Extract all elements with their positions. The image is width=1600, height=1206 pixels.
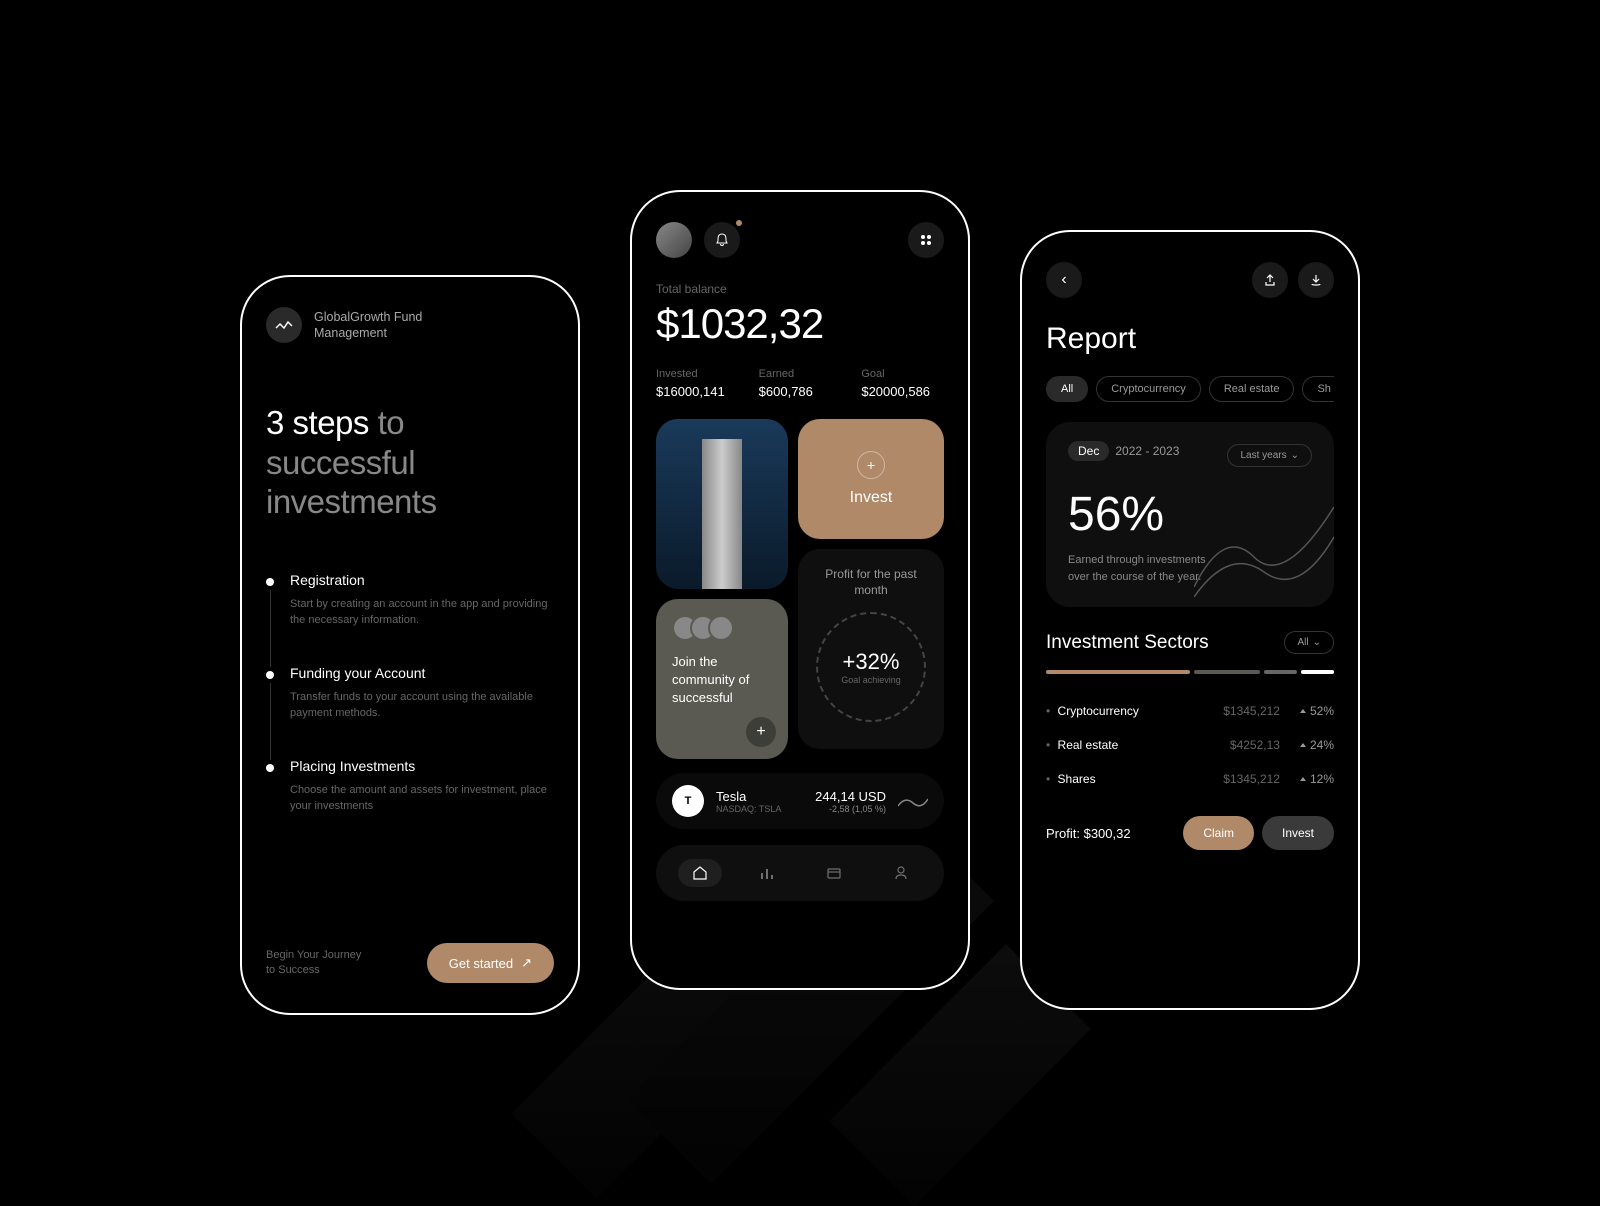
stat-value: $16000,141	[656, 384, 739, 399]
stat-label: Invested	[656, 368, 739, 380]
step-item: Funding your Account Transfer funds to y…	[266, 665, 554, 722]
filter-chips: All Cryptocurrency Real estate Sh	[1046, 376, 1334, 402]
invest-card[interactable]: + Invest	[798, 419, 944, 539]
footer-tagline: Begin Your Journey to Success	[266, 948, 361, 979]
hero-title: 3 steps to successful investments	[266, 403, 554, 522]
profit-card[interactable]: Profit for the past month +32% Goal achi…	[798, 549, 944, 749]
download-icon	[1310, 274, 1322, 286]
gauge-value: +32%	[843, 649, 900, 675]
up-arrow-icon	[1300, 743, 1306, 747]
period-dropdown[interactable]: Last years ⌄	[1227, 444, 1312, 467]
chevron-left-icon: ‹	[1061, 271, 1066, 289]
chip-all[interactable]: All	[1046, 376, 1088, 402]
stat-value: $20000,586	[861, 384, 944, 399]
chip-shares[interactable]: Sh	[1302, 376, 1334, 402]
sectors-filter-dropdown[interactable]: All ⌄	[1284, 631, 1334, 654]
step-title: Funding your Account	[290, 665, 554, 681]
report-screen: ‹ Report All Cryptocurrency Real estate …	[1020, 230, 1360, 1010]
brand-header: GlobalGrowth Fund Management	[266, 307, 554, 343]
get-started-button[interactable]: Get started ↗	[427, 943, 554, 983]
nav-profile[interactable]	[879, 859, 923, 887]
report-summary-card: Dec2022 - 2023 Last years ⌄ 56% Earned t…	[1046, 422, 1334, 607]
logo-icon	[266, 307, 302, 343]
avatar-group	[672, 615, 772, 641]
dashboard-screen: Total balance $1032,32 Invested $16000,14…	[630, 190, 970, 990]
step-title: Placing Investments	[290, 758, 554, 774]
ticker-exchange: NASDAQ: TSLA	[716, 804, 803, 814]
stat-value: $600,786	[759, 384, 842, 399]
stats-row: Invested $16000,141 Earned $600,786 Goal $2…	[656, 368, 944, 399]
download-button[interactable]	[1298, 262, 1334, 298]
chip-realestate[interactable]: Real estate	[1209, 376, 1295, 402]
community-card[interactable]: Join the community of successful +	[656, 599, 788, 759]
stat-label: Earned	[759, 368, 842, 380]
step-desc: Choose the amount and assets for investm…	[290, 782, 554, 815]
notifications-button[interactable]	[704, 222, 740, 258]
ticker-price: 244,14 USD	[815, 789, 886, 804]
notification-dot-icon	[736, 220, 742, 226]
ticker-logo-icon: T	[672, 785, 704, 817]
claim-button[interactable]: Claim	[1183, 816, 1254, 850]
brand-name-line1: GlobalGrowth Fund	[314, 309, 422, 325]
step-item: Registration Start by creating an accoun…	[266, 572, 554, 629]
grid-icon	[920, 234, 932, 246]
stat-label: Goal	[861, 368, 944, 380]
sector-item: Real estate $4252,13 24%	[1046, 728, 1334, 762]
building-image	[702, 439, 742, 589]
feature-image-card[interactable]	[656, 419, 788, 589]
chevron-down-icon: ⌄	[1313, 637, 1321, 648]
sector-bar-chart	[1046, 670, 1334, 674]
date-range: Dec2022 - 2023	[1068, 444, 1179, 467]
ticker-name: Tesla	[716, 789, 803, 804]
step-desc: Start by creating an account in the app …	[290, 596, 554, 629]
arrow-icon: ↗	[521, 955, 532, 971]
wallet-icon	[826, 865, 842, 881]
wave-chart-icon	[1194, 487, 1334, 607]
onboarding-screen: GlobalGrowth Fund Management 3 steps to …	[240, 275, 580, 1015]
profit-label: Profit for the past month	[816, 567, 926, 598]
sector-item: Cryptocurrency $1345,212 52%	[1046, 694, 1334, 728]
ticker-row[interactable]: T Tesla NASDAQ: TSLA 244,14 USD -2,58 (1…	[656, 773, 944, 829]
sector-item: Shares $1345,212 12%	[1046, 762, 1334, 796]
stats-icon	[759, 865, 775, 881]
profit-gauge: +32% Goal achieving	[816, 612, 926, 722]
profit-summary: Profit: $300,32	[1046, 826, 1131, 841]
nav-wallet[interactable]	[812, 859, 856, 887]
step-item: Placing Investments Choose the amount an…	[266, 758, 554, 815]
sparkline-icon	[898, 791, 928, 811]
page-title: Report	[1046, 322, 1334, 356]
gauge-label: Goal achieving	[841, 675, 901, 685]
brand-name-line2: Management	[314, 325, 422, 341]
ticker-change: -2,58 (1,05 %)	[815, 804, 886, 814]
sectors-title: Investment Sectors	[1046, 632, 1209, 654]
profile-icon	[893, 865, 909, 881]
step-title: Registration	[290, 572, 554, 588]
add-community-button[interactable]: +	[746, 717, 776, 747]
up-arrow-icon	[1300, 709, 1306, 713]
up-arrow-icon	[1300, 777, 1306, 781]
community-text: Join the community of successful	[672, 653, 772, 708]
balance-value: $1032,32	[656, 300, 944, 348]
invest-label: Invest	[850, 489, 893, 507]
nav-home[interactable]	[678, 859, 722, 887]
bell-icon	[715, 233, 729, 247]
share-icon	[1264, 274, 1276, 286]
steps-list: Registration Start by creating an accoun…	[266, 572, 554, 815]
back-button[interactable]: ‹	[1046, 262, 1082, 298]
user-avatar[interactable]	[656, 222, 692, 258]
share-button[interactable]	[1252, 262, 1288, 298]
chevron-down-icon: ⌄	[1291, 450, 1299, 461]
invest-button[interactable]: Invest	[1262, 816, 1334, 850]
balance-label: Total balance	[656, 282, 944, 296]
chip-crypto[interactable]: Cryptocurrency	[1096, 376, 1201, 402]
sector-list: Cryptocurrency $1345,212 52% Real estate…	[1046, 694, 1334, 796]
step-desc: Transfer funds to your account using the…	[290, 689, 554, 722]
grid-menu-button[interactable]	[908, 222, 944, 258]
nav-stats[interactable]	[745, 859, 789, 887]
home-icon	[692, 865, 708, 881]
bottom-nav	[656, 845, 944, 901]
plus-icon: +	[857, 451, 885, 479]
